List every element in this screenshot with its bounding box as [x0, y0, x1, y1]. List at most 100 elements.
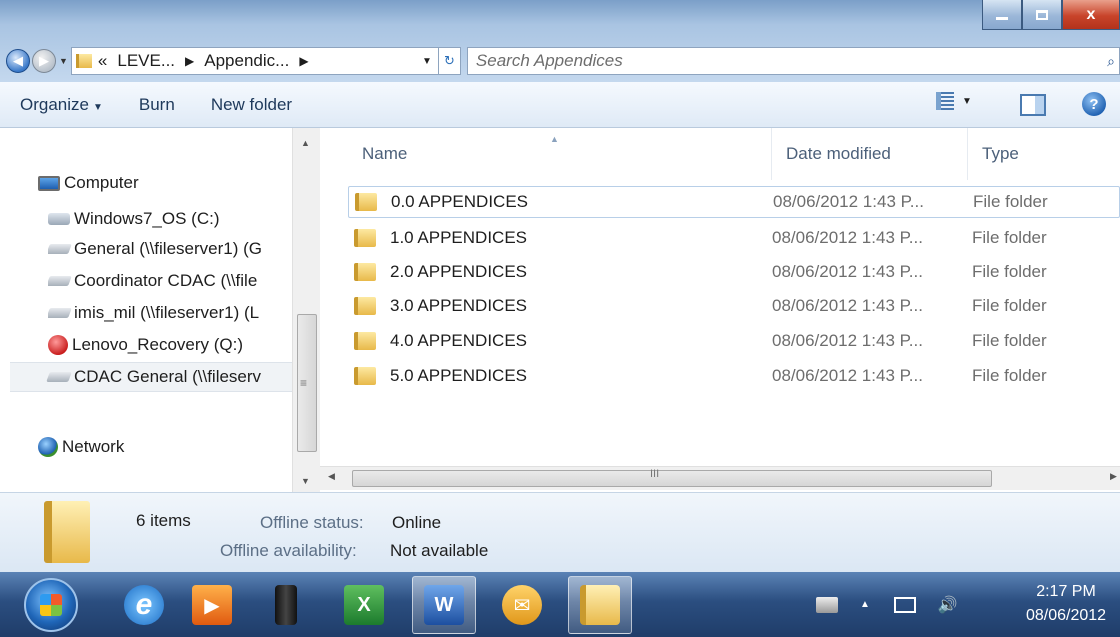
tree-item-label: Windows7_OS (C:) — [74, 209, 220, 228]
internet-explorer-icon: e — [124, 585, 164, 625]
scroll-left-icon[interactable]: ◀ — [328, 471, 335, 482]
file-date: 08/06/2012 1:43 P... — [773, 192, 924, 211]
file-row[interactable]: 1.0 APPENDICES 08/06/2012 1:43 P... File… — [348, 222, 1120, 254]
breadcrumb-overflow[interactable]: « — [98, 51, 107, 71]
maximize-button[interactable] — [1022, 0, 1062, 30]
file-row[interactable]: 3.0 APPENDICES 08/06/2012 1:43 P... File… — [348, 290, 1120, 322]
search-icon[interactable]: ⌕ — [1107, 53, 1115, 70]
show-hidden-icons-icon[interactable]: ▲ — [860, 599, 870, 610]
recovery-icon — [48, 335, 68, 355]
taskbar-internet-explorer[interactable]: e — [112, 576, 176, 634]
close-button[interactable]: x — [1062, 0, 1120, 30]
file-type: File folder — [972, 296, 1047, 315]
organize-button[interactable]: Organize ▼ — [20, 95, 103, 115]
details-pane: 6 items Offline status: Online Offline a… — [0, 492, 1120, 572]
folder-icon — [354, 297, 376, 315]
file-row[interactable]: 2.0 APPENDICES 08/06/2012 1:43 P... File… — [348, 256, 1120, 288]
taskbar: e ▶ X W ✉ ▲ 🔊 2:17 PM 08/06/2012 — [0, 572, 1120, 637]
file-name: 2.0 APPENDICES — [390, 262, 528, 281]
taskbar-excel[interactable]: X — [332, 576, 396, 634]
clock[interactable]: 2:17 PM 08/06/2012 — [1026, 580, 1106, 628]
file-type: File folder — [972, 262, 1047, 281]
minimize-icon — [996, 17, 1008, 20]
item-count: 6 items — [136, 511, 191, 530]
back-button[interactable]: ◀ — [6, 49, 30, 73]
folder-icon — [44, 501, 90, 563]
scroll-down-icon[interactable]: ▼ — [301, 476, 310, 486]
tree-item-network[interactable]: Network — [38, 432, 330, 462]
excel-icon: X — [344, 585, 384, 625]
outlook-icon: ✉ — [502, 585, 542, 625]
clock-date: 08/06/2012 — [1026, 607, 1107, 624]
nav-pane-scrollbar[interactable]: ▲ ≡ ▼ — [292, 128, 320, 492]
horizontal-scrollbar[interactable]: ◀ III ▶ — [320, 466, 1120, 490]
preview-pane-button[interactable] — [1020, 94, 1046, 116]
start-button[interactable] — [24, 578, 78, 632]
offline-status-value: Online — [392, 513, 442, 532]
burn-button[interactable]: Burn — [139, 95, 175, 115]
breadcrumb-appendices[interactable]: Appendic... — [204, 51, 289, 71]
chevron-right-icon[interactable]: ▶ — [185, 54, 194, 68]
file-date: 08/06/2012 1:43 P... — [772, 228, 923, 247]
file-row[interactable]: 0.0 APPENDICES 08/06/2012 1:43 P... File… — [348, 186, 1120, 218]
offline-availability-value: Not available — [390, 541, 489, 560]
tree-item-label: Coordinator CDAC (\\file — [74, 271, 258, 290]
command-bar: Organize ▼ Burn New folder ▼ ? — [0, 82, 1120, 128]
refresh-icon: ↻ — [443, 53, 455, 68]
help-button[interactable]: ? — [1082, 92, 1106, 116]
search-box[interactable]: Search Appendices ⌕ — [466, 47, 1120, 75]
address-dropdown-icon[interactable]: ▼ — [416, 56, 438, 67]
taskbar-word[interactable]: W — [412, 576, 476, 634]
file-date: 08/06/2012 1:43 P... — [772, 331, 923, 350]
window-controls: x — [982, 0, 1120, 34]
breadcrumb-level[interactable]: LEVE... — [117, 51, 175, 71]
media-player-icon: ▶ — [192, 585, 232, 625]
tree-item-drive-selected[interactable]: CDAC General (\\fileserv — [10, 362, 292, 392]
chevron-right-icon[interactable]: ▶ — [299, 54, 308, 68]
address-bar[interactable]: « LEVE... ▶ Appendic... ▶ ▼ — [70, 47, 439, 75]
taskbar-outlook[interactable]: ✉ — [490, 576, 554, 634]
scroll-up-icon[interactable]: ▲ — [301, 138, 310, 148]
column-header-name[interactable]: Name — [348, 128, 772, 180]
network-drive-icon — [46, 372, 72, 382]
tree-item-computer[interactable]: Computer — [38, 168, 330, 198]
chevron-down-icon: ▼ — [92, 101, 103, 113]
file-date: 08/06/2012 1:43 P... — [772, 262, 923, 281]
network-status-icon[interactable] — [893, 596, 916, 613]
taskbar-media-player[interactable]: ▶ — [180, 576, 244, 634]
scrollbar-thumb[interactable] — [352, 470, 992, 487]
network-drive-icon — [48, 276, 72, 286]
file-row[interactable]: 5.0 APPENDICES 08/06/2012 1:43 P... File… — [348, 360, 1120, 392]
file-list: ▲ Name Date modified Type 0.0 APPENDICES… — [320, 128, 1120, 492]
minimize-button[interactable] — [982, 0, 1022, 30]
file-name: 3.0 APPENDICES — [390, 296, 528, 315]
volume-icon[interactable]: 🔊 — [938, 595, 958, 615]
network-icon — [38, 437, 58, 457]
file-name: 1.0 APPENDICES — [390, 228, 528, 247]
change-view-button[interactable]: ▼ — [936, 92, 972, 110]
keyboard-icon[interactable] — [816, 596, 838, 613]
file-date: 08/06/2012 1:43 P... — [772, 296, 923, 315]
chevron-down-icon[interactable]: ▼ — [962, 96, 972, 107]
network-drive-icon — [48, 244, 72, 254]
server-tower-icon — [275, 585, 297, 625]
scroll-right-icon[interactable]: ▶ — [1110, 471, 1117, 482]
navigation-row: ◀ ▶ ▼ « LEVE... ▶ Appendic... ▶ ▼ ↻ Sear… — [0, 44, 1120, 78]
tree-item-label: General (\\fileserver1) (G — [74, 239, 262, 258]
navigation-pane: Computer Windows7_OS (C:) General (\\fil… — [0, 128, 320, 492]
column-header-type[interactable]: Type — [968, 128, 1120, 180]
taskbar-server[interactable] — [254, 576, 318, 634]
file-date: 08/06/2012 1:43 P... — [772, 366, 923, 385]
refresh-button[interactable]: ↻ — [438, 47, 461, 75]
taskbar-windows-explorer[interactable] — [568, 576, 632, 634]
recent-pages-dropdown[interactable]: ▼ — [59, 56, 68, 66]
search-input[interactable]: Search Appendices — [476, 51, 623, 71]
tree-item-label: Computer — [64, 173, 139, 192]
grip-icon: ≡ — [300, 376, 308, 390]
forward-button[interactable]: ▶ — [32, 49, 56, 73]
tree-item-label: Lenovo_Recovery (Q:) — [72, 335, 244, 354]
column-header-date[interactable]: Date modified — [772, 128, 968, 180]
new-folder-button[interactable]: New folder — [211, 95, 292, 115]
file-row[interactable]: 4.0 APPENDICES 08/06/2012 1:43 P... File… — [348, 325, 1120, 357]
tree-item-label: Network — [62, 437, 125, 456]
